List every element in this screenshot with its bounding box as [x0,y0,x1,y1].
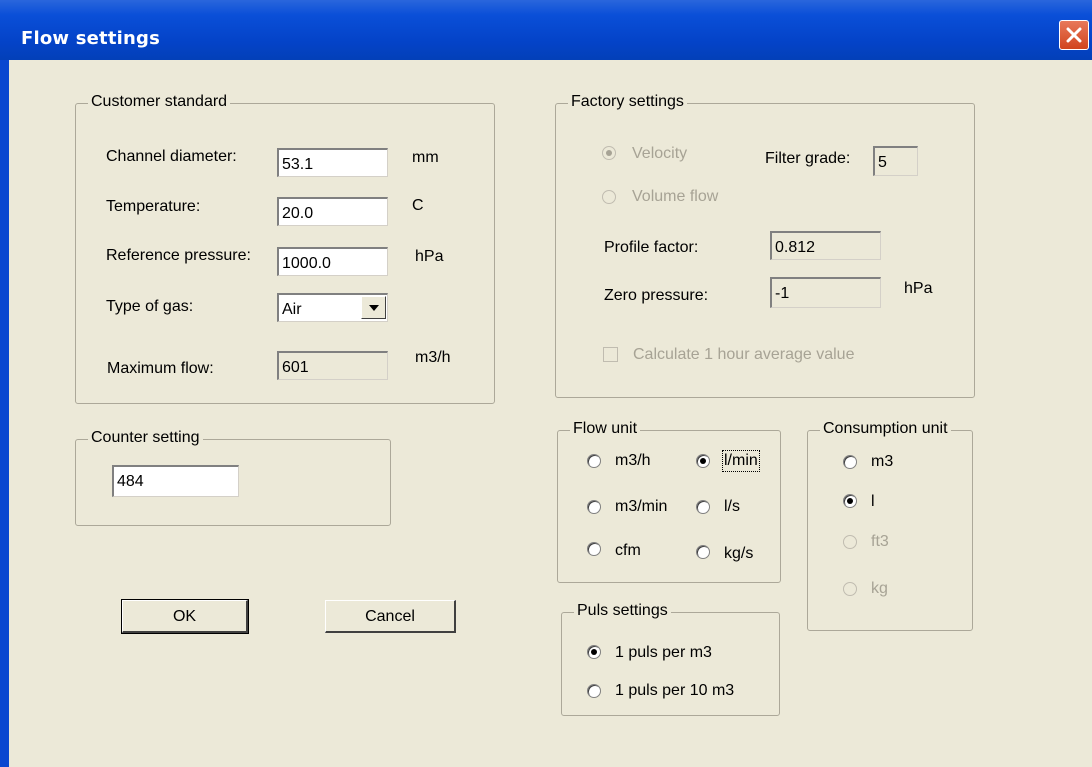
zero-pressure-label: Zero pressure: [604,287,709,304]
temperature-input[interactable]: 20.0 [277,197,388,226]
flow-unit-label-lmin: l/min [722,450,760,472]
flow-unit-label-kgs: kg/s [724,545,754,562]
flow-unit-label-m3min: m3/min [615,498,668,515]
flow-unit-legend: Flow unit [570,420,641,438]
type-of-gas-value: Air [282,301,302,318]
consumption-unit-label-l: l [871,493,875,510]
puls-settings-radio-per-m3[interactable] [587,645,601,659]
consumption-unit-legend: Consumption unit [820,420,951,438]
profile-factor-value: 0.812 [770,231,881,260]
flow-unit-radio-m3min[interactable] [587,500,601,514]
flow-unit-radio-kgs[interactable] [696,545,710,559]
flow-unit-radio-cfm[interactable] [587,542,601,556]
calculate-average-label: Calculate 1 hour average value [633,346,855,363]
channel-diameter-unit: mm [412,149,439,166]
velocity-label: Velocity [632,145,688,162]
flow-unit-label-m3h: m3/h [615,452,651,469]
type-of-gas-dropdown-button[interactable] [361,296,386,319]
consumption-unit-label-m3: m3 [871,453,894,470]
close-icon [1066,27,1082,43]
consumption-unit-label-kg: kg [871,580,888,597]
type-of-gas-label: Type of gas: [106,298,194,315]
cancel-button[interactable]: Cancel [325,600,456,633]
consumption-unit-radio-m3[interactable] [843,455,857,469]
channel-diameter-label: Channel diameter: [106,148,237,165]
factory-settings-legend: Factory settings [568,93,687,111]
filter-grade-label: Filter grade: [765,150,851,167]
velocity-radio[interactable] [602,146,616,160]
close-button[interactable] [1059,20,1089,50]
reference-pressure-input[interactable]: 1000.0 [277,247,388,276]
flow-unit-radio-m3h[interactable] [587,454,601,468]
window-title: Flow settings [21,28,161,49]
maximum-flow-unit: m3/h [415,349,451,366]
puls-settings-legend: Puls settings [574,602,671,620]
title-bar[interactable]: Flow settings [0,0,1092,60]
type-of-gas-select[interactable]: Air [277,293,388,322]
consumption-unit-radio-l[interactable] [843,494,857,508]
zero-pressure-value: -1 [770,277,881,308]
maximum-flow-value: 601 [277,351,388,380]
puls-settings-label-per-10-m3: 1 puls per 10 m3 [615,682,735,699]
consumption-unit-radio-ft3[interactable] [843,535,857,549]
flow-unit-radio-ls[interactable] [696,500,710,514]
volume-flow-radio[interactable] [602,190,616,204]
reference-pressure-unit: hPa [415,248,444,265]
ok-button[interactable]: OK [121,599,249,634]
consumption-unit-label-ft3: ft3 [871,533,889,550]
reference-pressure-label: Reference pressure: [106,247,251,264]
temperature-label: Temperature: [106,198,201,215]
customer-standard-legend: Customer standard [88,93,231,111]
puls-settings-radio-per-10-m3[interactable] [587,684,601,698]
zero-pressure-unit: hPa [904,280,933,297]
puls-settings-group: Puls settings [561,602,780,716]
chevron-down-icon [369,305,379,311]
calculate-average-checkbox[interactable] [603,347,618,362]
counter-setting-input[interactable]: 484 [112,465,239,497]
temperature-unit: C [412,197,424,214]
channel-diameter-input[interactable]: 53.1 [277,148,388,177]
flow-unit-radio-lmin[interactable] [696,454,710,468]
flow-unit-label-cfm: cfm [615,542,641,559]
puls-settings-label-per-m3: 1 puls per m3 [615,644,712,661]
consumption-unit-radio-kg[interactable] [843,582,857,596]
maximum-flow-label: Maximum flow: [107,360,214,377]
window-frame [0,60,9,767]
profile-factor-label: Profile factor: [604,239,699,256]
volume-flow-label: Volume flow [632,188,719,205]
flow-unit-label-ls: l/s [724,498,740,515]
counter-setting-legend: Counter setting [88,429,203,447]
filter-grade-value: 5 [873,146,918,176]
